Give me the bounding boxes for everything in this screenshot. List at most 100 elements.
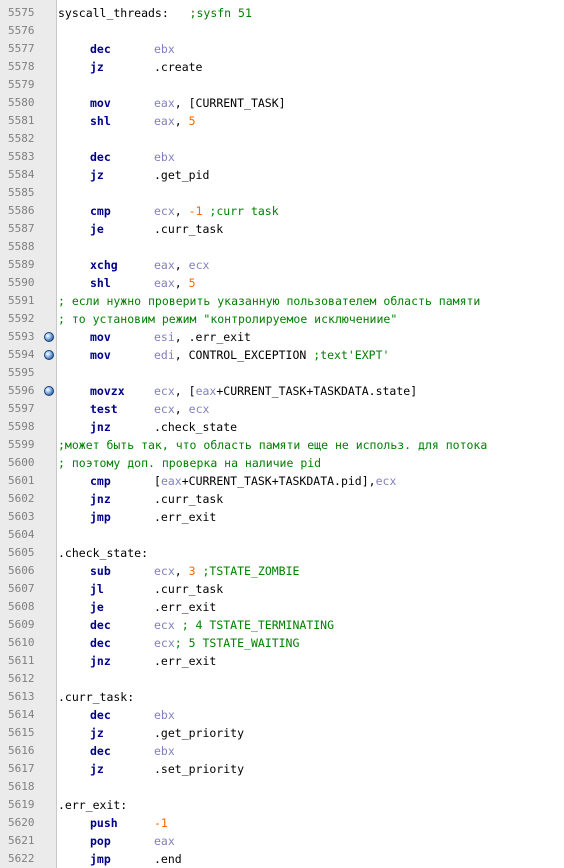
line-text[interactable]: dec ebx <box>58 742 175 760</box>
line-number[interactable]: 5580 <box>8 94 48 112</box>
code-lines[interactable]: 5575 syscall_threads: ;sysfn 51 5576 5577 de… <box>0 4 564 868</box>
line-number[interactable]: 5604 <box>8 526 48 544</box>
code-line[interactable]: 5613 .curr_task: <box>0 688 564 706</box>
line-number[interactable]: 5595 <box>8 364 48 382</box>
code-line[interactable]: 5622 jmp .end <box>0 850 564 868</box>
line-number[interactable]: 5594 <box>8 346 48 364</box>
code-line[interactable]: 5609 dec ecx ; 4 TSTATE_TERMINATING <box>0 616 564 634</box>
code-line[interactable]: 5620 push -1 <box>0 814 564 832</box>
code-line[interactable]: 5586 cmp ecx, -1 ;curr task <box>0 202 564 220</box>
code-line[interactable]: 5603 jmp .err_exit <box>0 508 564 526</box>
code-line[interactable]: 5615 jz .get_priority <box>0 724 564 742</box>
code-line[interactable]: 5611 jnz .err_exit <box>0 652 564 670</box>
line-text[interactable]: .curr_task: <box>58 688 134 706</box>
line-number[interactable]: 5600 <box>8 454 48 472</box>
line-number[interactable]: 5608 <box>8 598 48 616</box>
code-line[interactable]: 5619 .err_exit: <box>0 796 564 814</box>
code-line[interactable]: 5597 test ecx, ecx <box>0 400 564 418</box>
line-text[interactable]: ; если нужно проверить указанную пользов… <box>58 292 480 310</box>
breakpoint-icon[interactable] <box>44 332 54 342</box>
code-line[interactable]: 5582 <box>0 130 564 148</box>
line-text[interactable]: ; то установим режим "контролируемое иск… <box>58 310 397 328</box>
line-number[interactable]: 5622 <box>8 850 48 868</box>
code-line[interactable]: 5605 .check_state: <box>0 544 564 562</box>
line-number[interactable]: 5575 <box>8 4 48 22</box>
line-text[interactable]: ; поэтому доп. проверка на наличие pid <box>58 454 321 472</box>
line-number[interactable]: 5618 <box>8 778 48 796</box>
line-text[interactable]: ;может быть так, что область памяти еще … <box>58 436 487 454</box>
line-number[interactable]: 5601 <box>8 472 48 490</box>
line-number[interactable]: 5615 <box>8 724 48 742</box>
code-line[interactable]: 5579 <box>0 76 564 94</box>
line-text[interactable]: cmp [eax+CURRENT_TASK+TASKDATA.pid],ecx <box>58 472 396 490</box>
line-text[interactable]: test ecx, ecx <box>58 400 209 418</box>
code-line[interactable]: 5594 mov edi, CONTROL_EXCEPTION ;text'EXPT… <box>0 346 564 364</box>
line-number[interactable]: 5582 <box>8 130 48 148</box>
line-text[interactable]: jmp .end <box>58 850 182 868</box>
line-text[interactable]: push -1 <box>58 814 168 832</box>
line-text[interactable]: dec ecx; 5 TSTATE_WAITING <box>58 634 299 652</box>
breakpoint-icon[interactable] <box>44 350 54 360</box>
line-text[interactable]: syscall_threads: ;sysfn 51 <box>58 4 252 22</box>
line-text[interactable]: xchg eax, ecx <box>58 256 209 274</box>
code-line[interactable]: 5593 mov esi, .err_exit <box>0 328 564 346</box>
code-line[interactable]: 5577 dec ebx <box>0 40 564 58</box>
line-number[interactable]: 5578 <box>8 58 48 76</box>
line-number[interactable]: 5593 <box>8 328 48 346</box>
line-text[interactable]: jz .create <box>58 58 202 76</box>
code-line[interactable]: 5606 sub ecx, 3 ;TSTATE_ZOMBIE <box>0 562 564 580</box>
line-number[interactable]: 5610 <box>8 634 48 652</box>
code-line[interactable]: 5599 ;может быть так, что область памяти … <box>0 436 564 454</box>
line-text[interactable]: movzx ecx, [eax+CURRENT_TASK+TASKDATA.sta… <box>58 382 417 400</box>
line-text[interactable]: dec ebx <box>58 148 175 166</box>
line-number[interactable]: 5611 <box>8 652 48 670</box>
breakpoint-icon[interactable] <box>44 386 54 396</box>
line-number[interactable]: 5602 <box>8 490 48 508</box>
line-number[interactable]: 5581 <box>8 112 48 130</box>
code-line[interactable]: 5587 je .curr_task <box>0 220 564 238</box>
code-line[interactable]: 5614 dec ebx <box>0 706 564 724</box>
code-line[interactable]: 5583 dec ebx <box>0 148 564 166</box>
line-text[interactable]: jl .curr_task <box>58 580 223 598</box>
code-line[interactable]: 5610 dec ecx; 5 TSTATE_WAITING <box>0 634 564 652</box>
line-number[interactable]: 5616 <box>8 742 48 760</box>
line-number[interactable]: 5599 <box>8 436 48 454</box>
code-line[interactable]: 5576 <box>0 22 564 40</box>
line-number[interactable]: 5607 <box>8 580 48 598</box>
line-number[interactable]: 5614 <box>8 706 48 724</box>
line-text[interactable]: dec ebx <box>58 40 175 58</box>
code-line[interactable]: 5608 je .err_exit <box>0 598 564 616</box>
line-text[interactable]: shl eax, 5 <box>58 112 196 130</box>
line-number[interactable]: 5584 <box>8 166 48 184</box>
line-text[interactable]: jz .get_pid <box>58 166 209 184</box>
code-line[interactable]: 5618 <box>0 778 564 796</box>
code-line[interactable]: 5575 syscall_threads: ;sysfn 51 <box>0 4 564 22</box>
line-number[interactable]: 5591 <box>8 292 48 310</box>
code-line[interactable]: 5596 movzx ecx, [eax+CURRENT_TASK+TASKDATA… <box>0 382 564 400</box>
code-line[interactable]: 5588 <box>0 238 564 256</box>
line-number[interactable]: 5588 <box>8 238 48 256</box>
line-number[interactable]: 5592 <box>8 310 48 328</box>
code-line[interactable]: 5589 xchg eax, ecx <box>0 256 564 274</box>
line-text[interactable]: jz .get_priority <box>58 724 244 742</box>
line-text[interactable]: je .curr_task <box>58 220 223 238</box>
line-number[interactable]: 5605 <box>8 544 48 562</box>
line-number[interactable]: 5586 <box>8 202 48 220</box>
line-text[interactable]: dec ebx <box>58 706 175 724</box>
line-number[interactable]: 5619 <box>8 796 48 814</box>
line-text[interactable]: jnz .err_exit <box>58 652 216 670</box>
line-number[interactable]: 5577 <box>8 40 48 58</box>
line-text[interactable]: jmp .err_exit <box>58 508 216 526</box>
line-text[interactable]: mov edi, CONTROL_EXCEPTION ;text'EXPT' <box>58 346 389 364</box>
code-line[interactable]: 5592 ; то установим режим "контролируемое… <box>0 310 564 328</box>
code-line[interactable]: 5598 jnz .check_state <box>0 418 564 436</box>
line-number[interactable]: 5612 <box>8 670 48 688</box>
line-number[interactable]: 5620 <box>8 814 48 832</box>
line-number[interactable]: 5596 <box>8 382 48 400</box>
line-number[interactable]: 5576 <box>8 22 48 40</box>
line-number[interactable]: 5606 <box>8 562 48 580</box>
line-text[interactable]: dec ecx ; 4 TSTATE_TERMINATING <box>58 616 334 634</box>
code-line[interactable]: 5616 dec ebx <box>0 742 564 760</box>
code-line[interactable]: 5617 jz .set_priority <box>0 760 564 778</box>
line-number[interactable]: 5598 <box>8 418 48 436</box>
